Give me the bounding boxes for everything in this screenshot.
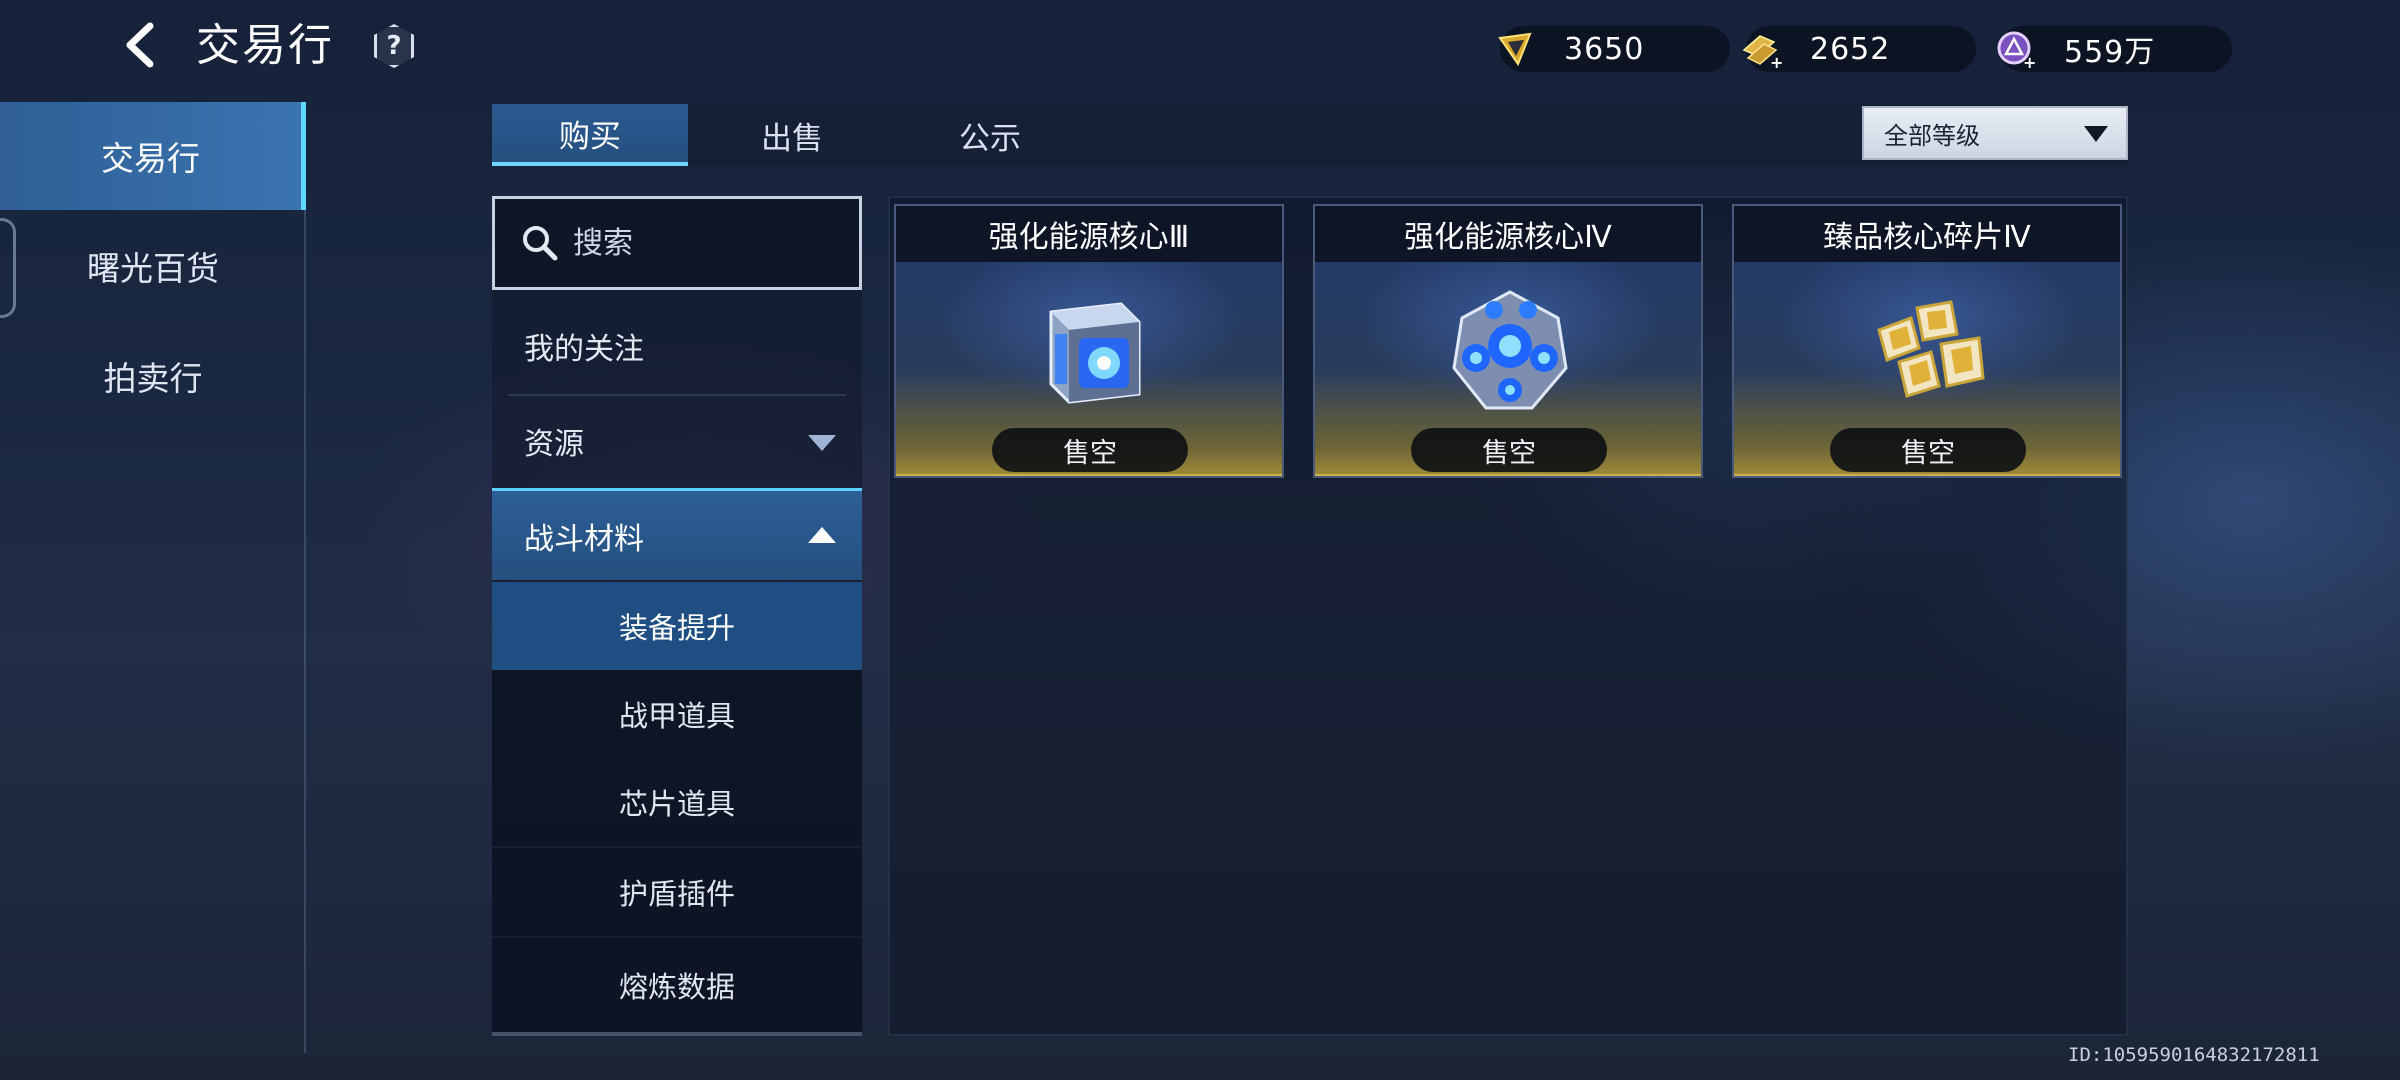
tab-label: 公示 (959, 120, 1021, 157)
collapse-triangle-icon (808, 526, 836, 543)
currency-value: 3650 (1564, 31, 1645, 67)
tab-label: 购买 (559, 118, 621, 155)
tab-announcement[interactable]: 公示 (892, 104, 1088, 166)
tab-label: 出售 (761, 120, 823, 157)
tab-buy[interactable]: 购买 (492, 104, 688, 166)
sidebar-item-trading-house[interactable]: 交易行 (0, 102, 306, 210)
sold-out-badge: 售空 (1830, 428, 2026, 472)
subcategory-label: 装备提升 (618, 611, 735, 645)
search-input[interactable] (573, 225, 853, 261)
currency-value: 2652 (1810, 31, 1891, 67)
purple-coin-add-icon: + (1997, 31, 2036, 70)
sidebar-item-auction[interactable]: 拍卖行 (0, 322, 306, 430)
currency-gold-bars[interactable]: + 2652 (1742, 26, 1976, 72)
subcategory-chip-items[interactable]: 芯片道具 (492, 758, 862, 846)
help-icon[interactable]: ? (374, 24, 414, 68)
back-arrow-icon[interactable] (118, 20, 164, 70)
subcategory-smelting-data[interactable]: 熔炼数据 (492, 938, 862, 1032)
tab-sell[interactable]: 出售 (694, 104, 890, 166)
sidebar-item-label: 曙光百货 (87, 249, 219, 288)
sidebar-item-dawn-store[interactable]: 曙光百货 (0, 212, 306, 320)
subcategory-label: 护盾插件 (618, 877, 735, 911)
subcategory-label: 战甲道具 (618, 699, 735, 733)
category-label: 资源 (524, 427, 584, 462)
item-card-body: 售空 (896, 262, 1282, 476)
search-box[interactable] (492, 196, 862, 290)
currency-shard-token[interactable]: 3650 (1498, 26, 1730, 72)
shard-token-icon (1498, 32, 1532, 67)
level-filter-value: 全部等级 (1884, 121, 1980, 150)
category-combat-materials[interactable]: 战斗材料 (492, 488, 862, 580)
card-bottom-line (1734, 474, 2120, 476)
player-id: ID:1059590164832172811 (2068, 1044, 2320, 1066)
search-icon (523, 226, 558, 261)
expand-triangle-icon (808, 435, 836, 451)
page-title: 交易行 (196, 20, 334, 71)
card-bottom-line (896, 474, 1282, 476)
subcategory-equipment-upgrade[interactable]: 装备提升 (492, 582, 862, 670)
svg-text:+: + (2023, 53, 2036, 70)
category-favorites[interactable]: 我的关注 (492, 300, 862, 392)
item-card-body: 售空 (1734, 262, 2120, 476)
sidebar-item-label: 拍卖行 (103, 359, 203, 398)
level-filter-dropdown[interactable]: 全部等级 (1862, 106, 2128, 160)
category-resources[interactable]: 资源 (492, 396, 862, 486)
svg-text:+: + (1770, 53, 1782, 70)
core-fragment-icon (1877, 300, 1985, 398)
sidebar-item-label: 交易行 (101, 139, 200, 178)
energy-core-sphere-icon (1452, 290, 1568, 410)
subcategory-label: 熔炼数据 (618, 970, 735, 1004)
sold-out-badge: 售空 (1411, 428, 1607, 472)
item-name: 强化能源核心Ⅲ (896, 206, 1282, 262)
sold-out-badge: 售空 (992, 428, 1188, 472)
item-card[interactable]: 强化能源核心Ⅳ 售空 (1313, 204, 1703, 478)
item-name: 强化能源核心Ⅳ (1315, 206, 1701, 262)
item-card-body: 售空 (1315, 262, 1701, 476)
panel-bottom-edge (492, 1032, 862, 1036)
gold-bars-add-icon: + (1742, 35, 1782, 70)
caret-down-icon (2084, 126, 2108, 142)
energy-core-cube-icon (1049, 302, 1141, 404)
item-name: 臻品核心碎片Ⅳ (1734, 206, 2120, 262)
card-bottom-line (1315, 474, 1701, 476)
currency-value: 559万 (2064, 35, 2156, 70)
subcategory-label: 芯片道具 (618, 787, 735, 821)
currency-purple-coin[interactable]: + 559万 (1997, 26, 2232, 72)
subcategory-shield-plugins[interactable]: 护盾插件 (492, 848, 862, 936)
item-card[interactable]: 臻品核心碎片Ⅳ 售空 (1732, 204, 2122, 478)
category-label: 我的关注 (524, 332, 644, 367)
subcategory-armor-items[interactable]: 战甲道具 (492, 670, 862, 758)
category-label: 战斗材料 (524, 521, 644, 557)
item-card[interactable]: 强化能源核心Ⅲ 售空 (894, 204, 1284, 478)
